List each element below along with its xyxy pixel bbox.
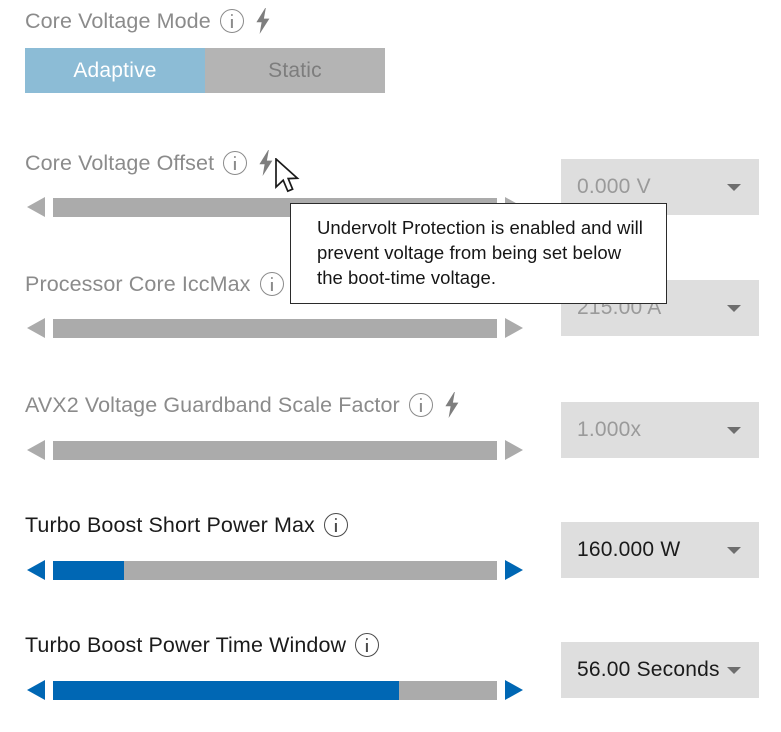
label-line-avx2-voltage-guardband: AVX2 Voltage Guardband Scale Factor (25, 392, 462, 418)
slider-increment-arrow-icon[interactable] (503, 438, 525, 462)
dropdown-value: 56.00 Seconds (577, 658, 727, 682)
label-line-core-voltage-mode: Core Voltage Mode (25, 8, 273, 34)
slider-increment-arrow-icon[interactable] (503, 678, 525, 702)
info-icon[interactable] (355, 633, 379, 657)
setting-row-core-voltage-mode: Core Voltage Mode Adaptive Static (0, 0, 781, 110)
turbo-boost-short-power-max-dropdown[interactable]: 160.000 W (561, 522, 759, 578)
slider-track-fill (53, 561, 124, 580)
setting-label: Turbo Boost Short Power Max (25, 512, 315, 538)
segment-adaptive[interactable]: Adaptive (25, 48, 205, 93)
turbo-boost-short-power-max-slider[interactable] (25, 555, 525, 585)
info-icon[interactable] (223, 151, 247, 175)
slider-track-base (53, 319, 497, 338)
info-icon[interactable] (409, 393, 433, 417)
slider-track[interactable] (53, 561, 497, 580)
setting-label: AVX2 Voltage Guardband Scale Factor (25, 392, 400, 418)
info-icon[interactable] (324, 513, 348, 537)
setting-row-avx2-voltage-guardband-scale-factor: AVX2 Voltage Guardband Scale Factor 1.00… (0, 388, 781, 478)
tooltip-text: Undervolt Protection is enabled and will… (317, 215, 648, 290)
info-icon[interactable] (260, 272, 284, 296)
processor-core-iccmax-slider[interactable] (25, 313, 525, 343)
core-voltage-mode-segmented-control[interactable]: Adaptive Static (25, 48, 385, 93)
chevron-down-icon[interactable] (727, 667, 741, 674)
setting-label: Processor Core IccMax (25, 271, 251, 297)
slider-increment-arrow-icon[interactable] (503, 316, 525, 340)
label-line-turbo-boost-power-time-window: Turbo Boost Power Time Window (25, 632, 379, 658)
chevron-down-icon[interactable] (727, 305, 741, 312)
slider-decrement-arrow-icon[interactable] (25, 678, 47, 702)
setting-row-turbo-boost-power-time-window: Turbo Boost Power Time Window 56.00 Seco… (0, 630, 781, 720)
lightning-bolt-icon (256, 150, 276, 176)
setting-label: Core Voltage Mode (25, 8, 211, 34)
turbo-boost-power-time-window-slider[interactable] (25, 675, 525, 705)
avx2-voltage-guardband-dropdown[interactable]: 1.000x (561, 402, 759, 458)
label-line-processor-core-iccmax: Processor Core IccMax (25, 271, 284, 297)
undervolt-protection-tooltip: Undervolt Protection is enabled and will… (290, 203, 667, 304)
slider-track[interactable] (53, 441, 497, 460)
slider-decrement-arrow-icon[interactable] (25, 316, 47, 340)
turbo-boost-power-time-window-dropdown[interactable]: 56.00 Seconds (561, 642, 759, 698)
dropdown-value: 0.000 V (577, 175, 727, 199)
label-line-core-voltage-offset: Core Voltage Offset (25, 150, 276, 176)
setting-label: Core Voltage Offset (25, 150, 214, 176)
avx2-voltage-guardband-slider[interactable] (25, 435, 525, 465)
chevron-down-icon[interactable] (727, 547, 741, 554)
lightning-bolt-icon (253, 8, 273, 34)
chevron-down-icon[interactable] (727, 184, 741, 191)
segment-static[interactable]: Static (205, 48, 385, 93)
label-line-turbo-boost-short-power-max: Turbo Boost Short Power Max (25, 512, 348, 538)
lightning-bolt-icon (442, 392, 462, 418)
setting-label: Turbo Boost Power Time Window (25, 632, 346, 658)
slider-track[interactable] (53, 681, 497, 700)
core-voltage-settings-panel: Core Voltage Mode Adaptive Static Core V… (0, 0, 781, 732)
slider-decrement-arrow-icon[interactable] (25, 195, 47, 219)
info-icon[interactable] (220, 9, 244, 33)
setting-row-turbo-boost-short-power-max: Turbo Boost Short Power Max 160.000 W (0, 508, 781, 598)
slider-track-base (53, 441, 497, 460)
slider-decrement-arrow-icon[interactable] (25, 558, 47, 582)
dropdown-value: 1.000x (577, 418, 727, 442)
slider-increment-arrow-icon[interactable] (503, 558, 525, 582)
chevron-down-icon[interactable] (727, 427, 741, 434)
slider-decrement-arrow-icon[interactable] (25, 438, 47, 462)
slider-track[interactable] (53, 319, 497, 338)
dropdown-value: 160.000 W (577, 538, 727, 562)
slider-track-fill (53, 681, 399, 700)
